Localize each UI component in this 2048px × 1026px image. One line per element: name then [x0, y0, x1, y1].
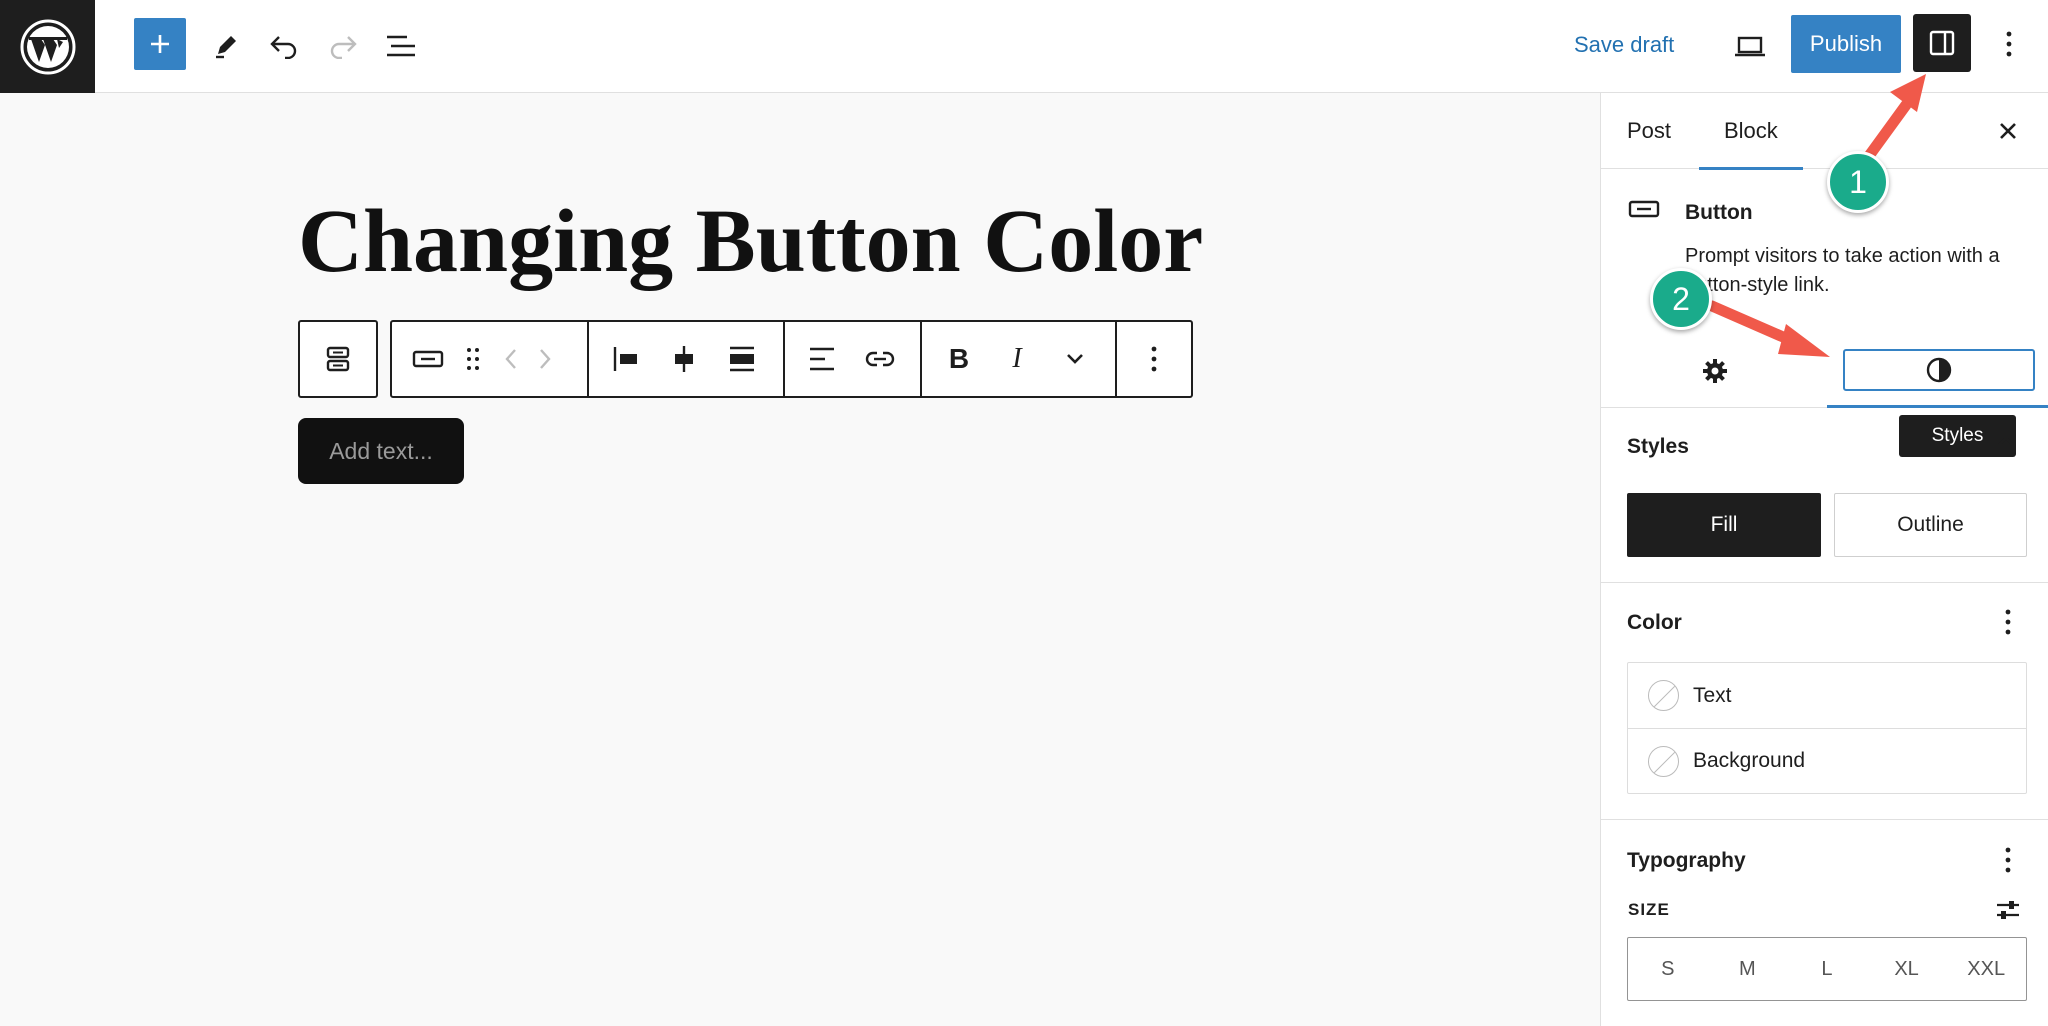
button-block-icon[interactable]	[398, 330, 458, 388]
tools-button[interactable]	[206, 26, 246, 66]
size-option-s[interactable]: S	[1628, 938, 1708, 1000]
redo-icon	[330, 36, 357, 59]
chevron-up-icon[interactable]	[1996, 434, 2016, 448]
empty-swatch-icon	[1648, 680, 1679, 711]
block-card-description: Prompt visitors to take action with a bu…	[1685, 245, 2000, 296]
bold-icon[interactable]: B	[930, 330, 988, 388]
close-icon	[2000, 123, 2016, 139]
chevron-down-icon[interactable]	[1046, 330, 1104, 388]
active-tab-indicator	[1827, 405, 2048, 408]
styles-panel-title[interactable]: Styles	[1627, 435, 1689, 459]
more-vertical-icon[interactable]	[1125, 330, 1183, 388]
tab-post[interactable]: Post	[1627, 93, 1671, 169]
preview-button[interactable]	[1730, 26, 1770, 66]
more-vertical-icon	[2006, 31, 2012, 57]
top-toolbar: Save draft Publish	[0, 0, 2048, 93]
settings-sidebar: Post Block	[1600, 93, 2048, 1026]
justify-left-icon[interactable]	[597, 330, 655, 388]
add-block-button[interactable]	[134, 18, 186, 70]
color-options-button[interactable]	[1996, 607, 2020, 637]
sidebar-tabs: Post Block	[1601, 93, 2048, 170]
desktop-preview-icon	[1735, 36, 1765, 57]
button-block-icon	[1628, 199, 1660, 219]
save-draft-button[interactable]: Save draft	[1574, 28, 1674, 62]
size-option-m[interactable]: M	[1708, 938, 1788, 1000]
move-arrows-icon[interactable]	[488, 330, 568, 388]
plus-icon	[151, 35, 169, 53]
options-button[interactable]	[1994, 24, 2024, 64]
undo-icon	[270, 36, 297, 59]
text-color-item[interactable]: Text	[1628, 663, 2026, 728]
background-color-item[interactable]: Background	[1628, 728, 2026, 793]
undo-button[interactable]	[264, 26, 304, 66]
publish-button[interactable]: Publish	[1791, 15, 1901, 73]
link-icon[interactable]	[851, 330, 909, 388]
block-toolbar: B I	[390, 320, 1193, 398]
more-vertical-icon	[2005, 847, 2011, 873]
color-settings: Text Background	[1627, 662, 2027, 794]
size-option-xxl[interactable]: XXL	[1946, 938, 2026, 1000]
divider	[1601, 819, 2048, 820]
style-outline-option[interactable]: Outline	[1834, 493, 2027, 557]
typography-panel-title: Typography	[1627, 849, 1746, 872]
drag-handle-icon[interactable]	[458, 330, 488, 388]
background-color-label: Background	[1693, 749, 1806, 772]
font-size-picker: S M L XL XXL	[1627, 937, 2027, 1001]
empty-swatch-icon	[1648, 745, 1679, 777]
tab-block[interactable]: Block	[1699, 93, 1803, 170]
custom-size-button[interactable]	[1994, 897, 2022, 923]
list-view-icon	[387, 35, 415, 57]
justify-center-icon[interactable]	[655, 330, 713, 388]
gear-icon	[1703, 359, 1727, 383]
sliders-icon	[1997, 901, 2019, 919]
justify-stretch-icon[interactable]	[713, 330, 771, 388]
step-badge-1: 1	[1827, 151, 1889, 213]
wordpress-logo-icon[interactable]	[0, 0, 95, 93]
text-color-label: Text	[1693, 683, 1732, 707]
align-text-icon[interactable]	[793, 330, 851, 388]
list-view-button[interactable]	[381, 26, 421, 66]
size-option-xl[interactable]: XL	[1867, 938, 1947, 1000]
settings-toggle-button[interactable]	[1913, 14, 1971, 72]
button-text-input[interactable]: Add text...	[298, 418, 464, 484]
tab-settings[interactable]	[1690, 350, 1740, 392]
contrast-icon	[1926, 357, 1952, 383]
italic-icon[interactable]: I	[988, 330, 1046, 388]
step-badge-2: 2	[1650, 268, 1712, 330]
sidebar-toggle-icon	[1929, 30, 1955, 56]
divider	[1601, 582, 2048, 583]
close-sidebar-button[interactable]	[1988, 111, 2028, 151]
size-label: SIZE	[1628, 900, 1670, 919]
size-option-l[interactable]: L	[1787, 938, 1867, 1000]
post-title[interactable]: Changing Button Color	[298, 188, 1203, 296]
color-panel-title: Color	[1627, 611, 1682, 634]
style-fill-option[interactable]: Fill	[1627, 493, 1821, 557]
typography-options-button[interactable]	[1996, 845, 2020, 875]
buttons-block-icon[interactable]	[309, 330, 367, 388]
block-card-title: Button	[1685, 201, 1753, 224]
tab-styles[interactable]	[1843, 349, 2035, 391]
more-vertical-icon	[2005, 609, 2011, 635]
pencil-icon	[216, 36, 236, 59]
redo-button[interactable]	[323, 26, 363, 66]
parent-block-selector[interactable]	[298, 320, 378, 398]
